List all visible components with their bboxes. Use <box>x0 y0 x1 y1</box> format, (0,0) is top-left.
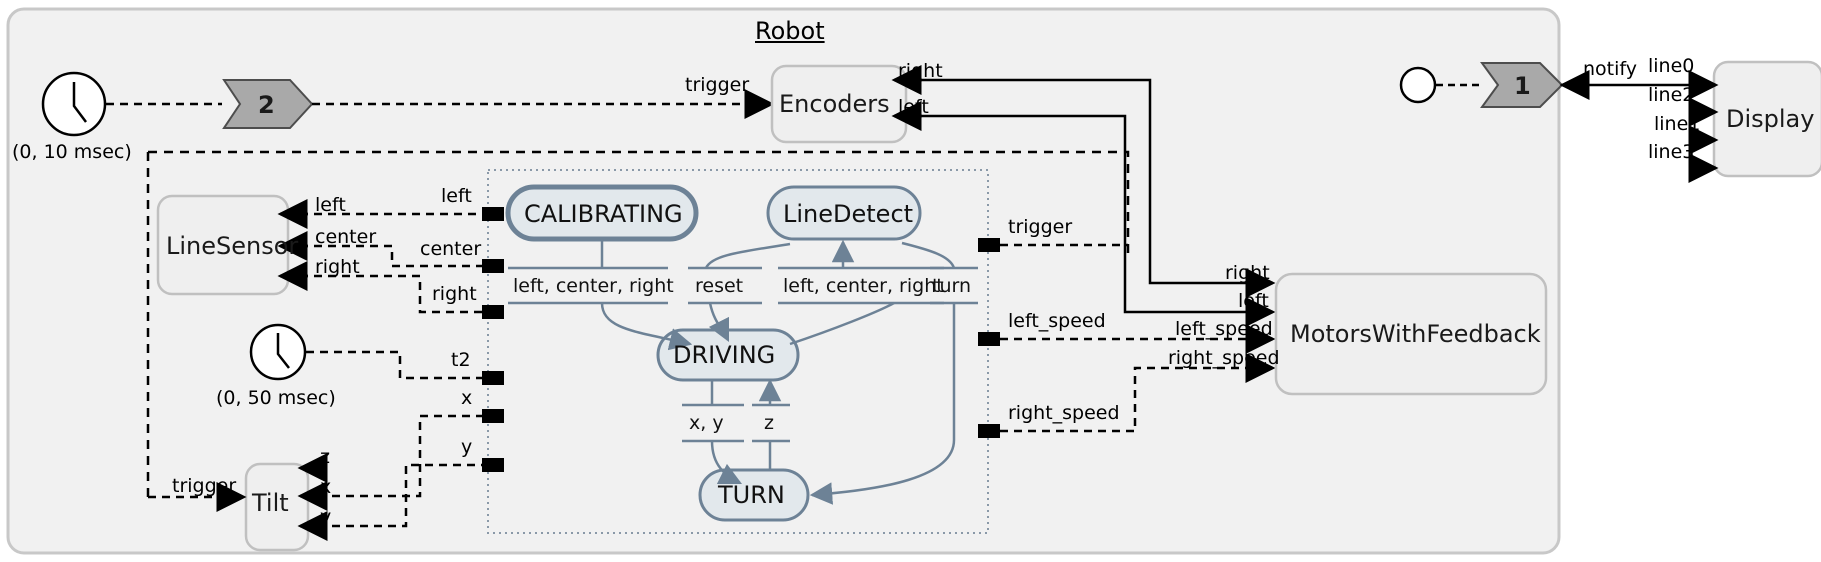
clock-mid-caption: (0, 50 msec) <box>216 387 336 409</box>
motors-input-right-label: right <box>1225 262 1270 284</box>
port-trigger-label: trigger <box>1008 216 1073 238</box>
linesensor-output-right-label: right <box>315 256 360 278</box>
port-x-label: x <box>461 387 473 409</box>
encoders-block-label[interactable]: Encoders <box>779 92 890 116</box>
state-driving-label[interactable]: DRIVING <box>673 343 775 367</box>
transition-label-4: turn <box>932 275 972 297</box>
port-left <box>482 207 504 221</box>
port-center-label: center <box>420 238 482 260</box>
encoders-output-right-label: right <box>898 60 943 82</box>
port-right-speed-label: right_speed <box>1008 402 1120 424</box>
linesensor-output-center-label: center <box>315 226 377 248</box>
clock-top-caption: (0, 10 msec) <box>12 141 132 163</box>
motors-input-left-label: left <box>1238 290 1269 312</box>
transition-label-5: x, y <box>689 412 724 434</box>
display-block-label[interactable]: Display <box>1726 107 1814 131</box>
diagram-canvas: Robot (0, 10 msec) (0, 50 msec) 2 1 Enco… <box>0 0 1821 562</box>
tilt-output-z-label: z <box>320 446 330 468</box>
port-right <box>482 305 504 319</box>
port-y-label: y <box>461 436 473 458</box>
display-input-line0-label: line0 <box>1648 55 1695 77</box>
priority-marker-1-label[interactable]: 1 <box>1514 74 1531 98</box>
port-t2 <box>482 371 504 385</box>
port-trigger <box>978 238 1000 252</box>
linesensor-output-left-label: left <box>315 194 346 216</box>
motors-block-label[interactable]: MotorsWithFeedback <box>1290 322 1541 346</box>
port-y <box>482 458 504 472</box>
notify-source-circle <box>1399 66 1437 104</box>
clock-top-icon <box>41 71 107 137</box>
port-x <box>482 409 504 423</box>
port-t2-label: t2 <box>451 349 471 371</box>
state-linedetect-label[interactable]: LineDetect <box>783 202 913 226</box>
port-right-label: right <box>432 283 477 305</box>
display-input-line1-label: line1 <box>1654 113 1701 135</box>
page-title: Robot <box>755 17 825 45</box>
transition-label-3: left, center, right <box>783 275 944 297</box>
tilt-output-y-label: y <box>320 506 332 528</box>
display-input-line3-label: line3 <box>1648 141 1695 163</box>
state-calibrating-label[interactable]: CALIBRATING <box>524 202 683 226</box>
encoders-output-left-label: left <box>898 96 929 118</box>
motors-input-left-speed-label: left_speed <box>1175 318 1273 340</box>
port-left-speed-label: left_speed <box>1008 310 1106 332</box>
state-turn-label[interactable]: TURN <box>718 483 785 507</box>
transition-label-2: reset <box>695 275 744 297</box>
transition-label-1: left, center, right <box>513 275 674 297</box>
linesensor-block-label[interactable]: LineSensor <box>166 234 298 258</box>
encoders-input-trigger-label: trigger <box>685 74 750 96</box>
motors-input-right-speed-label: right_speed <box>1168 347 1280 369</box>
tilt-input-trigger-label: trigger <box>172 475 237 497</box>
port-left-label: left <box>441 185 472 207</box>
port-right-speed <box>978 424 1000 438</box>
tilt-block-label[interactable]: Tilt <box>252 491 289 515</box>
clock-mid-icon <box>249 323 307 381</box>
display-input-line2-label: line2 <box>1648 84 1695 106</box>
notify-label: notify <box>1583 58 1637 80</box>
port-left-speed <box>978 332 1000 346</box>
tilt-output-x-label: x <box>320 476 332 498</box>
transition-label-6: z <box>764 412 774 434</box>
priority-marker-2-label[interactable]: 2 <box>258 93 275 117</box>
port-center <box>482 259 504 273</box>
